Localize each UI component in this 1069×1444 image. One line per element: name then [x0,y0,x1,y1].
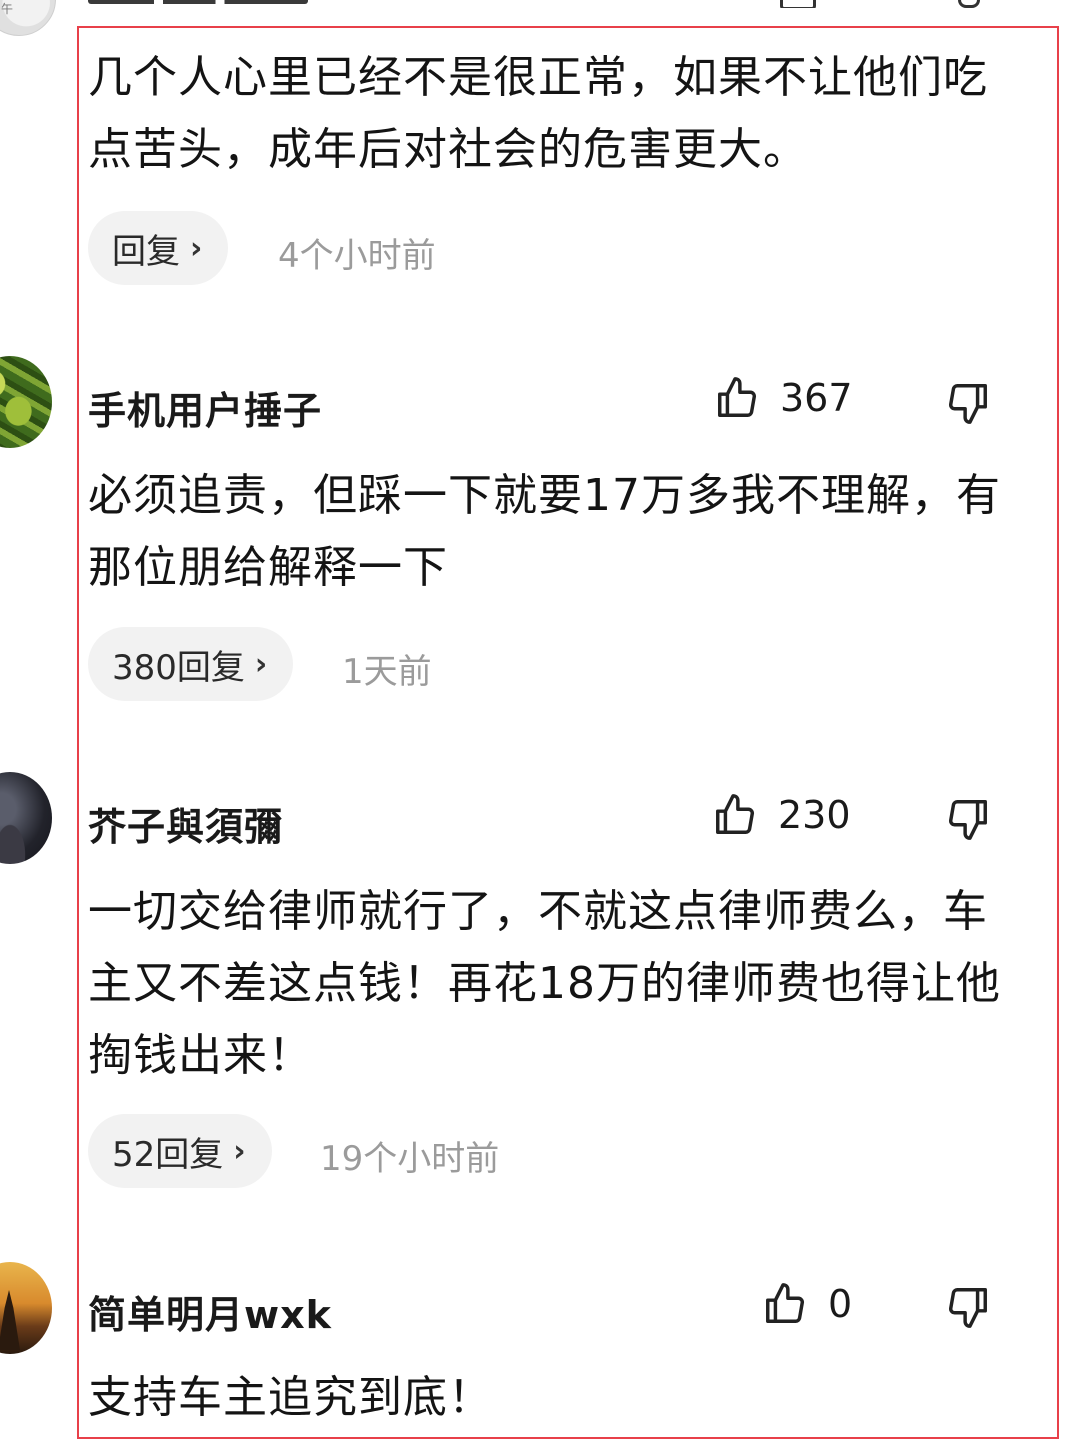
like-count: 0 [828,1282,853,1326]
comment-text: 一切交给律师就行了，不就这点律师费么，车主又不差这点钱！再花18万的律师费也得让… [88,886,1001,1081]
username-clipped [88,0,308,4]
reply-label: 52回复 [112,1134,224,1175]
comment-timestamp: 4个小时前 [278,236,436,276]
thumbs-up-icon [718,377,757,417]
thumbs-down-icon[interactable] [945,1284,991,1330]
avatar[interactable] [0,1262,52,1354]
comment-text: 必须追责，但踩一下就要17万多我不理解，有那位朋给解释一下 [88,470,1001,593]
comment-timestamp: 19个小时前 [320,1139,500,1179]
previous-comment-header-clipped [0,0,1069,8]
username[interactable]: 芥子與須彌 [88,796,283,851]
reply-button[interactable]: 回复 › [88,211,229,285]
comment-timestamp: 1天前 [342,652,432,692]
thumbs-up-icon [716,794,755,834]
like-count: 230 [778,793,851,837]
chevron-right-icon: › [233,1133,246,1169]
like-button[interactable]: 230 [712,792,851,838]
like-button[interactable]: 0 [762,1281,852,1327]
username[interactable]: 手机用户捶子 [88,380,322,435]
comment-text: 支持车主追究到底！ [88,1372,493,1423]
chevron-right-icon: › [190,230,203,266]
comment-text: 几个人心里已经不是很正常，如果不让他们吃点苦头，成年后对社会的危害更大。 [88,52,988,175]
username[interactable]: 简单明月wxk [88,1284,332,1339]
dislike-icon[interactable] [958,0,980,8]
avatar[interactable] [0,356,52,448]
avatar[interactable] [0,772,52,864]
thumbs-up-icon [766,1283,805,1323]
reply-button[interactable]: 52回复 › [88,1114,272,1188]
like-count: 367 [780,376,853,420]
reply-label: 380回复 [112,647,245,688]
like-button[interactable]: 367 [714,375,853,421]
reply-label: 回复 [112,231,180,272]
thumbs-down-icon[interactable] [945,380,991,426]
reply-button[interactable]: 380回复 › [88,627,294,701]
chevron-right-icon: › [254,646,268,682]
thumbs-down-icon[interactable] [945,796,991,842]
like-icon[interactable] [780,0,816,8]
